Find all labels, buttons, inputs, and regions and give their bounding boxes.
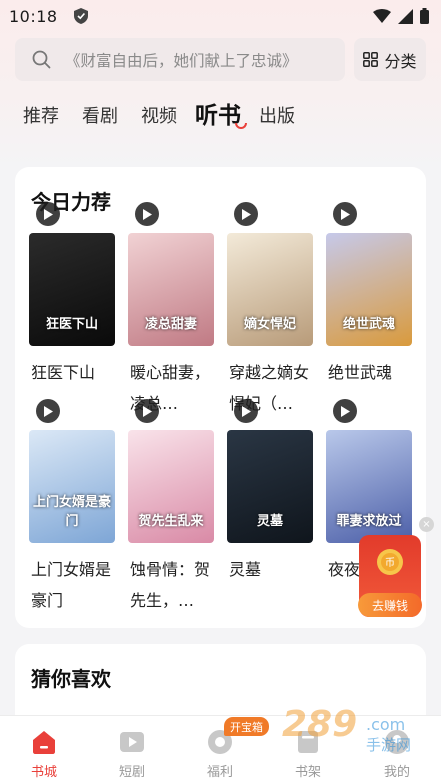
play-icon[interactable] [135, 202, 159, 226]
cover-text: 上门女婿是豪门 [32, 495, 111, 529]
tab-video[interactable]: 视频 [141, 102, 177, 128]
book-title: 绝世武魂 [328, 363, 393, 382]
status-bar: 10:18 [0, 0, 441, 32]
nav-label: 书架 [294, 765, 321, 780]
play-icon[interactable] [135, 399, 159, 423]
watermark-logo: 289 .com 手游网 [282, 704, 411, 754]
play-icon[interactable] [36, 202, 60, 226]
play-icon[interactable] [234, 399, 258, 423]
book-title: 狂医下山 [31, 363, 96, 382]
cover-text: 灵墓 [256, 514, 283, 529]
category-label: 分类 [384, 51, 417, 71]
home-icon [33, 731, 55, 754]
search-icon [32, 50, 51, 69]
earn-money-button[interactable]: 去赚钱 [358, 593, 422, 617]
play-icon[interactable] [333, 399, 357, 423]
book-title: 蚀骨情：贺先生，… [130, 560, 211, 610]
play-icon[interactable] [36, 399, 60, 423]
book-cover[interactable]: 绝世武魂 [326, 233, 412, 346]
watermark-suffix: 手游网 [366, 736, 411, 754]
play-icon[interactable] [333, 202, 357, 226]
search-placeholder: 《财富自由后，她们献上了忠诚》 [65, 51, 298, 70]
coin-icon: 币 [377, 549, 403, 575]
signal-icon [398, 8, 413, 24]
nav-label: 福利 [206, 765, 233, 780]
book-cover[interactable]: 贺先生乱来 [128, 430, 214, 543]
book-cover[interactable]: 狂医下山 [29, 233, 115, 346]
guess-title: 猜你喜欢 [31, 667, 111, 691]
wifi-icon [373, 9, 391, 23]
category-button[interactable]: 分类 [354, 38, 426, 81]
svg-text:币: 币 [385, 557, 395, 569]
svg-text:.com: .com [366, 715, 405, 734]
nav-short-drama[interactable]: 短剧 [88, 716, 176, 784]
book-cover[interactable]: 灵墓 [227, 430, 313, 543]
book-title: 灵墓 [229, 560, 262, 579]
shield-icon [73, 8, 88, 24]
cover-text: 狂医下山 [45, 317, 98, 332]
tab-recommend[interactable]: 推荐 [23, 102, 59, 128]
status-time: 10:18 [9, 6, 58, 26]
book-cover[interactable]: 罪妻求放过 [326, 430, 412, 543]
battery-icon [420, 8, 429, 24]
play-icon[interactable] [234, 202, 258, 226]
book-cover[interactable]: 凌总甜妻 [128, 233, 214, 346]
cover-text: 嫡女悍妃 [243, 317, 296, 332]
cover-text: 绝世武魂 [342, 317, 395, 332]
nav-label: 短剧 [118, 765, 145, 780]
grid-icon [363, 52, 379, 67]
cover-text: 罪妻求放过 [336, 514, 402, 529]
close-icon[interactable]: × [419, 517, 434, 532]
nav-bookstore[interactable]: 书城 [0, 716, 88, 784]
cover-text: 贺先生乱来 [138, 514, 204, 529]
nav-label: 我的 [383, 765, 410, 780]
search-input[interactable]: 《财富自由后，她们献上了忠诚》 [15, 38, 345, 81]
tab-audiobook[interactable]: 听书 [195, 96, 241, 130]
nav-label: 书城 [30, 765, 57, 780]
book-cover[interactable]: 嫡女悍妃 [227, 233, 313, 346]
video-icon [120, 732, 144, 752]
book-cover[interactable]: 上门女婿是豪门 [29, 430, 115, 543]
watermark-number: 289 [282, 704, 357, 745]
tab-publish[interactable]: 出版 [259, 102, 295, 128]
book-title: 上门女婿是豪门 [31, 560, 112, 610]
tab-drama[interactable]: 看剧 [82, 102, 118, 128]
cover-text: 凌总甜妻 [144, 317, 197, 332]
treasure-badge[interactable]: 开宝箱 [224, 717, 269, 736]
